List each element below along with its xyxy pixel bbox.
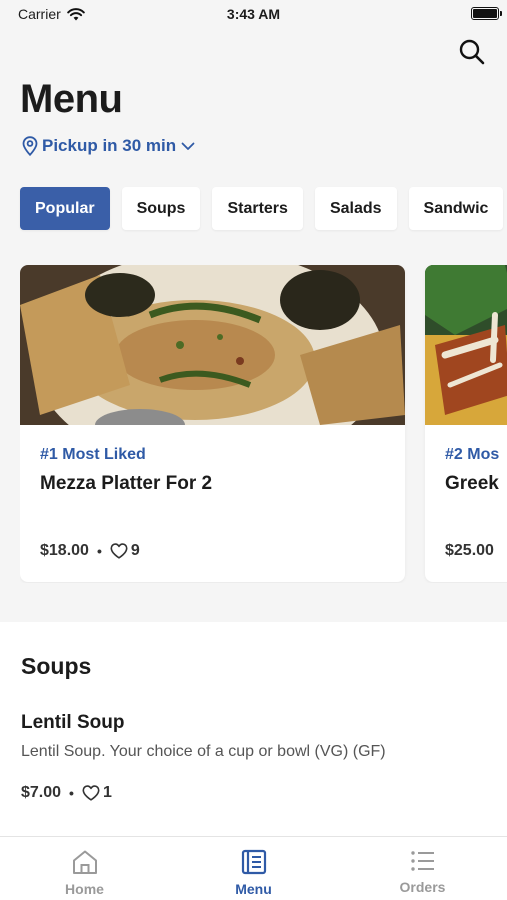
home-icon bbox=[72, 850, 97, 874]
card-item-name: Mezza Platter For 2 bbox=[40, 473, 213, 494]
menu-book-icon bbox=[241, 849, 266, 875]
soups-section: Soups Lentil Soup Lentil Soup. Your choi… bbox=[0, 622, 507, 836]
pickup-time-selector[interactable]: Pickup in 30 min bbox=[22, 136, 196, 156]
location-pin-icon bbox=[22, 136, 38, 156]
pickup-label: Pickup in 30 min bbox=[42, 136, 177, 155]
separator-dot: • bbox=[69, 785, 74, 801]
tab-orders[interactable]: Orders bbox=[338, 837, 507, 900]
like-count-value: 9 bbox=[130, 542, 140, 559]
tab-label: Home bbox=[65, 881, 104, 897]
category-tabs: Popular Soups Starters Salads Sandwic bbox=[20, 187, 504, 230]
card-item-name: Greek bbox=[445, 473, 499, 494]
search-icon bbox=[459, 39, 485, 65]
status-time: 3:43 AM bbox=[226, 6, 281, 22]
battery-icon bbox=[471, 7, 502, 20]
like-count-value: 1 bbox=[102, 784, 112, 801]
list-icon bbox=[410, 851, 434, 871]
like-count[interactable]: 9 bbox=[110, 542, 140, 560]
card-rank-label: #1 Most Liked bbox=[40, 446, 146, 463]
category-sandwiches[interactable]: Sandwic bbox=[408, 187, 504, 230]
greek-dish-photo bbox=[425, 265, 507, 425]
section-title: Soups bbox=[21, 653, 92, 679]
menu-item-description: Lentil Soup. Your choice of a cup or bow… bbox=[21, 743, 386, 760]
tab-menu[interactable]: Menu bbox=[169, 837, 338, 900]
status-bar: Carrier 3:43 AM bbox=[0, 0, 507, 28]
menu-item-price: $7.00 bbox=[21, 784, 62, 801]
heart-icon bbox=[82, 785, 100, 801]
bottom-tab-bar: Home Menu Orders bbox=[0, 836, 507, 900]
card-rank-label: #2 Mos bbox=[445, 446, 500, 463]
featured-card[interactable]: #2 Mos Greek $25.00 bbox=[425, 265, 507, 582]
like-count[interactable]: 1 bbox=[82, 784, 112, 802]
card-meta: $18.00 • 9 bbox=[40, 542, 140, 560]
search-button[interactable] bbox=[457, 37, 487, 67]
featured-card[interactable]: #1 Most Liked Mezza Platter For 2 $18.00… bbox=[20, 265, 405, 582]
tab-label: Orders bbox=[399, 879, 446, 895]
category-salads[interactable]: Salads bbox=[314, 187, 397, 230]
separator-dot: • bbox=[96, 543, 102, 559]
chevron-down-icon bbox=[181, 142, 195, 150]
tab-label: Menu bbox=[235, 881, 272, 897]
category-starters[interactable]: Starters bbox=[212, 187, 303, 230]
heart-icon bbox=[110, 543, 128, 559]
menu-item-name[interactable]: Lentil Soup bbox=[21, 712, 124, 734]
mezza-platter-photo bbox=[20, 265, 405, 425]
tab-home[interactable]: Home bbox=[0, 837, 169, 900]
page-title: Menu bbox=[20, 77, 123, 121]
category-popular[interactable]: Popular bbox=[20, 187, 110, 230]
featured-carousel: #1 Most Liked Mezza Platter For 2 $18.00… bbox=[20, 265, 507, 583]
card-price: $18.00 bbox=[40, 542, 89, 559]
card-meta: $25.00 bbox=[445, 542, 494, 560]
category-soups[interactable]: Soups bbox=[121, 187, 201, 230]
menu-item-meta: $7.00 • 1 bbox=[21, 784, 112, 802]
card-price: $25.00 bbox=[445, 542, 494, 559]
